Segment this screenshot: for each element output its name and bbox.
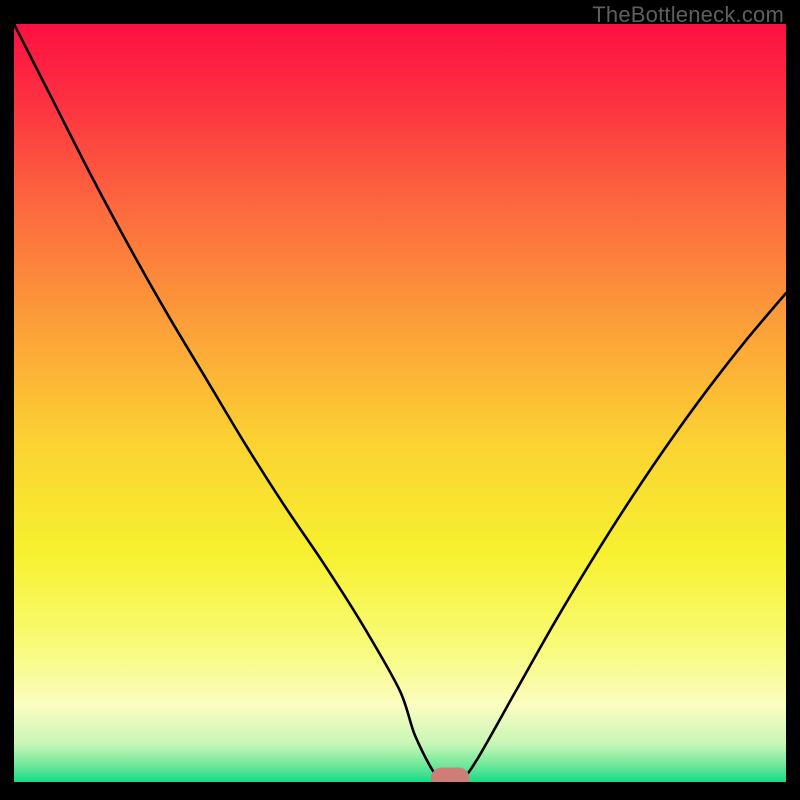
watermark-text: TheBottleneck.com [592, 2, 784, 28]
optimal-marker-icon [431, 768, 470, 782]
plot-area [14, 24, 786, 782]
chart-svg [14, 24, 786, 782]
gradient-background [14, 24, 786, 782]
chart-frame: TheBottleneck.com [0, 0, 800, 800]
